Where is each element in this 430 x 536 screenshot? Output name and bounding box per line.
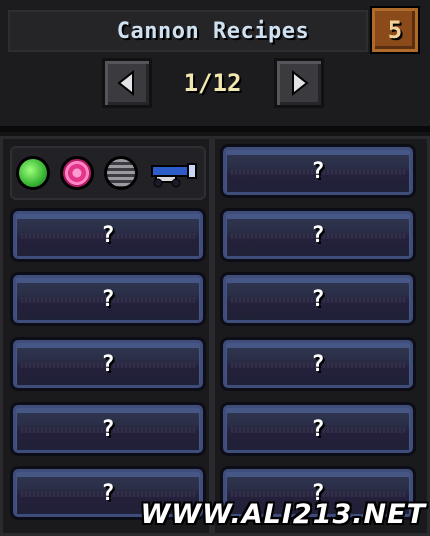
- locked-recipe-label: ?: [311, 158, 325, 184]
- locked-recipe-label: ?: [311, 351, 325, 377]
- page-indicator: 1/12: [183, 69, 242, 97]
- recipe-slot-right-4[interactable]: ?: [220, 337, 416, 391]
- locked-recipe-label: ?: [101, 351, 115, 377]
- site-watermark: WWW.ALI213.NET: [140, 499, 426, 530]
- exit-icon: 5: [387, 16, 403, 44]
- next-page-button[interactable]: [274, 58, 324, 108]
- recipe-slot-right-3[interactable]: ?: [220, 272, 416, 326]
- window-title: Cannon Recipes: [116, 18, 310, 44]
- locked-recipe-label: ?: [101, 222, 115, 248]
- green-orb-filter[interactable]: [16, 156, 50, 190]
- recipe-slot-left-2[interactable]: ?: [10, 272, 206, 326]
- recipe-slot-right-5[interactable]: ?: [220, 402, 416, 456]
- header-divider: [0, 126, 430, 132]
- pink-orb-filter[interactable]: [60, 156, 94, 190]
- recipe-slot-left-1[interactable]: ?: [10, 208, 206, 262]
- cannon-filter[interactable]: [148, 162, 200, 188]
- recipe-slot-right-2[interactable]: ?: [220, 208, 416, 262]
- locked-recipe-label: ?: [311, 416, 325, 442]
- cannon-icon: [151, 163, 197, 188]
- close-button[interactable]: 5: [372, 8, 418, 52]
- locked-recipe-label: ?: [101, 286, 115, 312]
- locked-recipe-label: ?: [311, 286, 325, 312]
- prev-page-button[interactable]: [102, 58, 152, 108]
- arrow-right-icon: [292, 69, 309, 97]
- recipe-slot-left-3[interactable]: ?: [10, 337, 206, 391]
- recipe-slot-right-1[interactable]: ?: [220, 144, 416, 198]
- grey-orb-filter[interactable]: [104, 156, 138, 190]
- locked-recipe-label: ?: [311, 222, 325, 248]
- arrow-left-icon: [117, 69, 134, 97]
- locked-recipe-label: ?: [101, 416, 115, 442]
- recipe-slot-left-4[interactable]: ?: [10, 402, 206, 456]
